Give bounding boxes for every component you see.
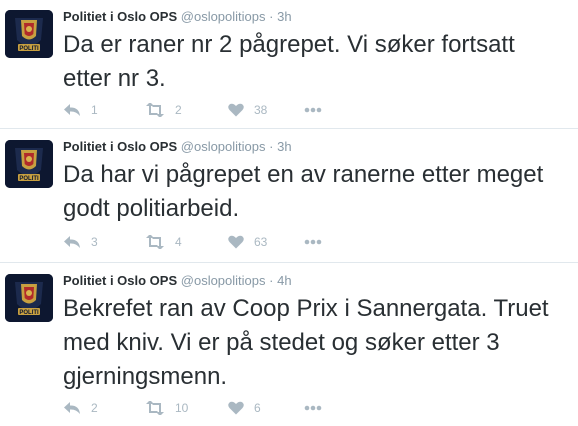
reply-count: 1 — [91, 103, 98, 117]
more-button[interactable] — [304, 100, 322, 120]
tweet-text: Bekrefet ran av Coop Prix i Sannergata. … — [63, 295, 549, 390]
svg-text:POLITI: POLITI — [19, 46, 39, 52]
retweet-button[interactable]: 2 — [145, 100, 182, 120]
heart-icon — [228, 103, 244, 117]
avatar[interactable]: POLITI — [5, 10, 53, 58]
more-icon — [304, 239, 322, 245]
heart-icon — [228, 235, 244, 249]
timestamp[interactable]: 3h — [277, 9, 291, 24]
like-count: 38 — [254, 103, 268, 117]
reply-button[interactable]: 3 — [63, 232, 98, 252]
tweet-header: Politiet i Oslo OPS @oslopolitiops · 3h — [63, 139, 292, 155]
timestamp[interactable]: 4h — [277, 273, 291, 288]
tweet-text: Da er raner nr 2 pågrepet. Vi søker fort… — [63, 31, 515, 92]
tweet[interactable]: POLITI Politiet i Oslo OPS @oslopolitiop… — [0, 130, 578, 263]
author-name[interactable]: Politiet i Oslo OPS — [63, 139, 177, 154]
tweet-feed: POLITI Politiet i Oslo OPS @oslopolitiop… — [0, 0, 578, 426]
police-badge-icon: POLITI — [5, 140, 53, 188]
heart-icon — [228, 401, 244, 415]
author-handle[interactable]: @oslopolitiops — [181, 9, 266, 24]
timestamp[interactable]: 3h — [277, 139, 291, 154]
tweet-actions: 1 2 38 — [63, 100, 363, 120]
tweet-header: Politiet i Oslo OPS @oslopolitiops · 4h — [63, 273, 292, 289]
reply-count: 3 — [91, 235, 98, 249]
tweet-actions: 2 10 6 — [63, 398, 363, 418]
more-button[interactable] — [304, 398, 322, 418]
retweet-count: 4 — [175, 235, 182, 249]
police-badge-icon: POLITI — [5, 10, 53, 58]
like-button[interactable]: 63 — [228, 232, 267, 252]
like-count: 6 — [254, 401, 261, 415]
tweet-actions: 3 4 63 — [63, 232, 363, 252]
retweet-button[interactable]: 10 — [145, 398, 188, 418]
reply-icon — [64, 402, 80, 414]
separator-dot: · — [269, 9, 274, 24]
author-name[interactable]: Politiet i Oslo OPS — [63, 273, 177, 288]
reply-icon — [64, 236, 80, 248]
author-handle[interactable]: @oslopolitiops — [181, 273, 266, 288]
like-button[interactable]: 38 — [228, 100, 267, 120]
avatar[interactable]: POLITI — [5, 140, 53, 188]
tweet[interactable]: POLITI Politiet i Oslo OPS @oslopolitiop… — [0, 264, 578, 426]
like-button[interactable]: 6 — [228, 398, 261, 418]
reply-button[interactable]: 1 — [63, 100, 98, 120]
retweet-count: 10 — [175, 401, 189, 415]
reply-button[interactable]: 2 — [63, 398, 98, 418]
reply-count: 2 — [91, 401, 98, 415]
tweet-text: Da har vi pågrepet en av ranerne etter m… — [63, 161, 544, 222]
more-icon — [304, 107, 322, 113]
more-button[interactable] — [304, 232, 322, 252]
svg-text:POLITI: POLITI — [19, 176, 39, 182]
retweet-count: 2 — [175, 103, 182, 117]
avatar[interactable]: POLITI — [5, 274, 53, 322]
police-badge-icon: POLITI — [5, 274, 53, 322]
retweet-icon — [146, 401, 164, 415]
svg-text:POLITI: POLITI — [19, 310, 39, 316]
like-count: 63 — [254, 235, 268, 249]
more-icon — [304, 405, 322, 411]
retweet-button[interactable]: 4 — [145, 232, 182, 252]
retweet-icon — [146, 235, 164, 249]
author-name[interactable]: Politiet i Oslo OPS — [63, 9, 177, 24]
reply-icon — [64, 104, 80, 116]
separator-dot: · — [269, 139, 274, 154]
retweet-icon — [146, 103, 164, 117]
author-handle[interactable]: @oslopolitiops — [181, 139, 266, 154]
tweet[interactable]: POLITI Politiet i Oslo OPS @oslopolitiop… — [0, 0, 578, 129]
separator-dot: · — [269, 273, 274, 288]
tweet-header: Politiet i Oslo OPS @oslopolitiops · 3h — [63, 9, 292, 25]
